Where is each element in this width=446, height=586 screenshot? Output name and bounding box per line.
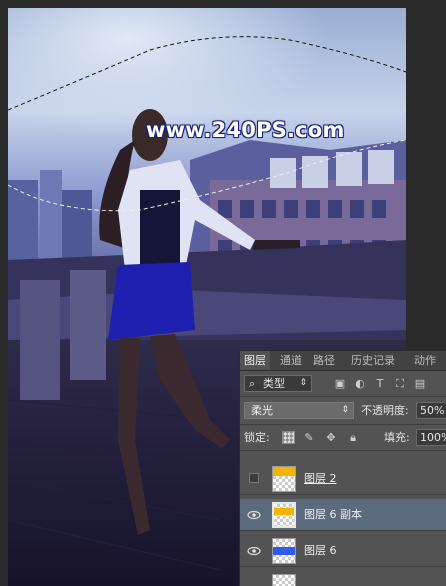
tab-history[interactable]: 历史记录 [351,351,395,370]
pixel-filter-icon[interactable]: ▣ [333,377,347,391]
layer-name[interactable]: 图层 6 [304,543,337,559]
lock-paint-icon[interactable]: ✎ [302,431,316,445]
lock-label: 锁定: [244,431,270,444]
search-icon: ⌕ [249,377,256,390]
layer-row[interactable]: 图层 6 [240,535,446,567]
eye-icon[interactable] [247,508,261,522]
adjustment-filter-icon[interactable]: ◐ [353,377,367,391]
visibility-toggle-off[interactable] [249,473,259,483]
updown-icon: ⇕ [299,378,307,388]
layer-row[interactable] [240,571,446,586]
tab-paths[interactable]: 路径 [313,351,335,370]
layer-thumbnail [272,502,296,528]
layer-name[interactable]: 图层 6 副本 [304,507,362,523]
filter-kind-label: 类型 [263,377,285,390]
opacity-label: 不透明度: [361,404,409,417]
tab-actions[interactable]: 动作 [414,351,436,370]
lock-all-icon[interactable]: 🔒︎ [346,431,360,445]
smartobject-filter-icon[interactable]: ▤ [413,377,427,391]
fill-label: 填充: [384,431,410,444]
layers-panel: 图层 通道 路径 历史记录 动作 ⌕ 类型 ⇕ ▣ ◐ T ⛶ ▤ 柔光 ⇕ 不… [239,350,446,586]
layer-name[interactable]: 图层 2 [304,471,337,487]
fill-value: 100% [420,431,446,444]
blend-mode-select[interactable]: 柔光 ⇕ [244,402,354,419]
type-filter-icon[interactable]: T [373,377,387,391]
watermark-text: www.240PS.com [146,118,345,142]
shape-filter-icon[interactable]: ⛶ [393,377,407,391]
eye-icon[interactable] [247,544,261,558]
layer-row-selected[interactable]: 图层 6 副本 [240,499,446,531]
updown-icon: ⇕ [341,405,349,415]
panel-tabs: 图层 通道 路径 历史记录 动作 [240,351,446,371]
blend-mode-value: 柔光 [251,404,273,417]
tab-channels[interactable]: 通道 [280,351,302,370]
layer-thumbnail [272,538,296,564]
opacity-value: 50% [420,404,445,417]
document-canvas[interactable]: www.240PS.com 图层 通道 路径 历史记录 动作 ⌕ 类型 ⇕ ▣ … [0,0,446,586]
layer-thumbnail [272,466,296,492]
layer-thumbnail [272,574,296,586]
opacity-input[interactable]: 50% [416,402,446,419]
fill-input[interactable]: 100% [416,429,446,446]
lock-move-icon[interactable]: ✥ [324,431,338,445]
lock-transparency-icon[interactable] [282,431,295,444]
layer-filter-select[interactable]: ⌕ 类型 ⇕ [244,375,312,392]
tab-layers[interactable]: 图层 [240,351,270,370]
layer-row[interactable]: 图层 2 [240,463,446,495]
